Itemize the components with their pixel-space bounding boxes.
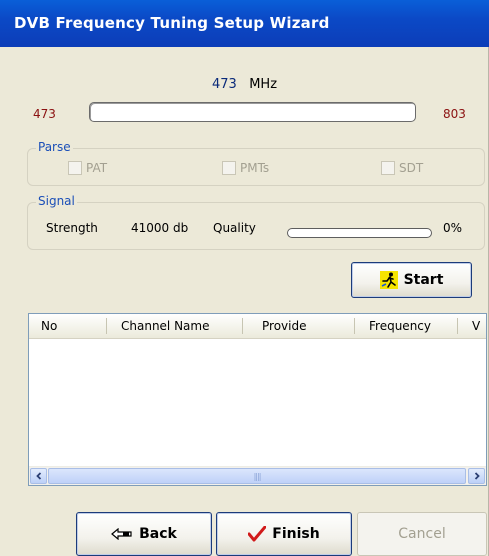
- column-header-channel-name[interactable]: Channel Name: [121, 314, 209, 338]
- column-divider[interactable]: [457, 318, 458, 334]
- back-arrow-icon: [111, 528, 133, 540]
- frequency-progress-bar: [89, 102, 416, 122]
- signal-legend: Signal: [36, 194, 77, 208]
- channel-list-header: No Channel Name Provide Frequency V: [29, 314, 486, 339]
- back-button-label: Back: [139, 526, 177, 542]
- finish-button-label: Finish: [272, 526, 320, 542]
- column-divider[interactable]: [242, 318, 243, 334]
- horizontal-scrollbar[interactable]: ||||: [29, 466, 486, 485]
- pat-checkbox[interactable]: PAT: [68, 161, 107, 175]
- cancel-button[interactable]: Cancel: [357, 512, 487, 556]
- column-header-provide[interactable]: Provide: [262, 314, 306, 338]
- cancel-button-label: Cancel: [398, 526, 446, 542]
- strength-value: 41000 db: [131, 221, 189, 235]
- channel-list[interactable]: No Channel Name Provide Frequency V ||||: [28, 313, 487, 486]
- frequency-readout: 473 MHz: [0, 77, 489, 92]
- wizard-window: DVB Frequency Tuning Setup Wizard 473 MH…: [0, 0, 489, 556]
- strength-label: Strength: [46, 221, 98, 235]
- scrollbar-thumb[interactable]: ||||: [48, 468, 466, 484]
- finish-button[interactable]: Finish: [216, 512, 352, 556]
- sdt-checkbox-box[interactable]: [381, 161, 395, 175]
- title-bar[interactable]: DVB Frequency Tuning Setup Wizard: [0, 0, 489, 47]
- start-button-label: Start: [403, 272, 444, 288]
- column-header-frequency[interactable]: Frequency: [369, 314, 431, 338]
- pmts-checkbox-box[interactable]: [222, 161, 236, 175]
- grip-icon: ||||: [253, 471, 262, 481]
- back-button[interactable]: Back: [76, 512, 212, 556]
- scroll-right-button[interactable]: [468, 468, 485, 484]
- checkmark-icon: [248, 526, 267, 542]
- quality-progress-bar: [287, 228, 432, 238]
- start-button[interactable]: Start: [351, 262, 472, 298]
- quality-percent: 0%: [443, 221, 463, 235]
- parse-legend: Parse: [36, 140, 73, 154]
- column-divider[interactable]: [354, 318, 355, 334]
- chevron-left-icon: [35, 472, 41, 480]
- frequency-unit: MHz: [249, 77, 278, 92]
- column-header-v[interactable]: V: [472, 314, 480, 338]
- pmts-label: PMTs: [240, 161, 270, 175]
- sdt-checkbox[interactable]: SDT: [381, 161, 423, 175]
- column-divider[interactable]: [106, 318, 107, 334]
- pat-checkbox-box[interactable]: [68, 161, 82, 175]
- pmts-checkbox[interactable]: PMTs: [222, 161, 269, 175]
- chevron-right-icon: [474, 472, 480, 480]
- frequency-max: 803: [443, 107, 466, 121]
- column-header-no[interactable]: No: [41, 314, 57, 338]
- sdt-label: SDT: [399, 161, 424, 175]
- frequency-min: 473: [33, 107, 56, 121]
- window-title: DVB Frequency Tuning Setup Wizard: [14, 14, 330, 32]
- running-man-icon: [379, 271, 398, 289]
- frequency-current: 473: [211, 77, 237, 92]
- pat-label: PAT: [86, 161, 108, 175]
- scroll-left-button[interactable]: [30, 468, 47, 484]
- quality-label: Quality: [213, 221, 256, 235]
